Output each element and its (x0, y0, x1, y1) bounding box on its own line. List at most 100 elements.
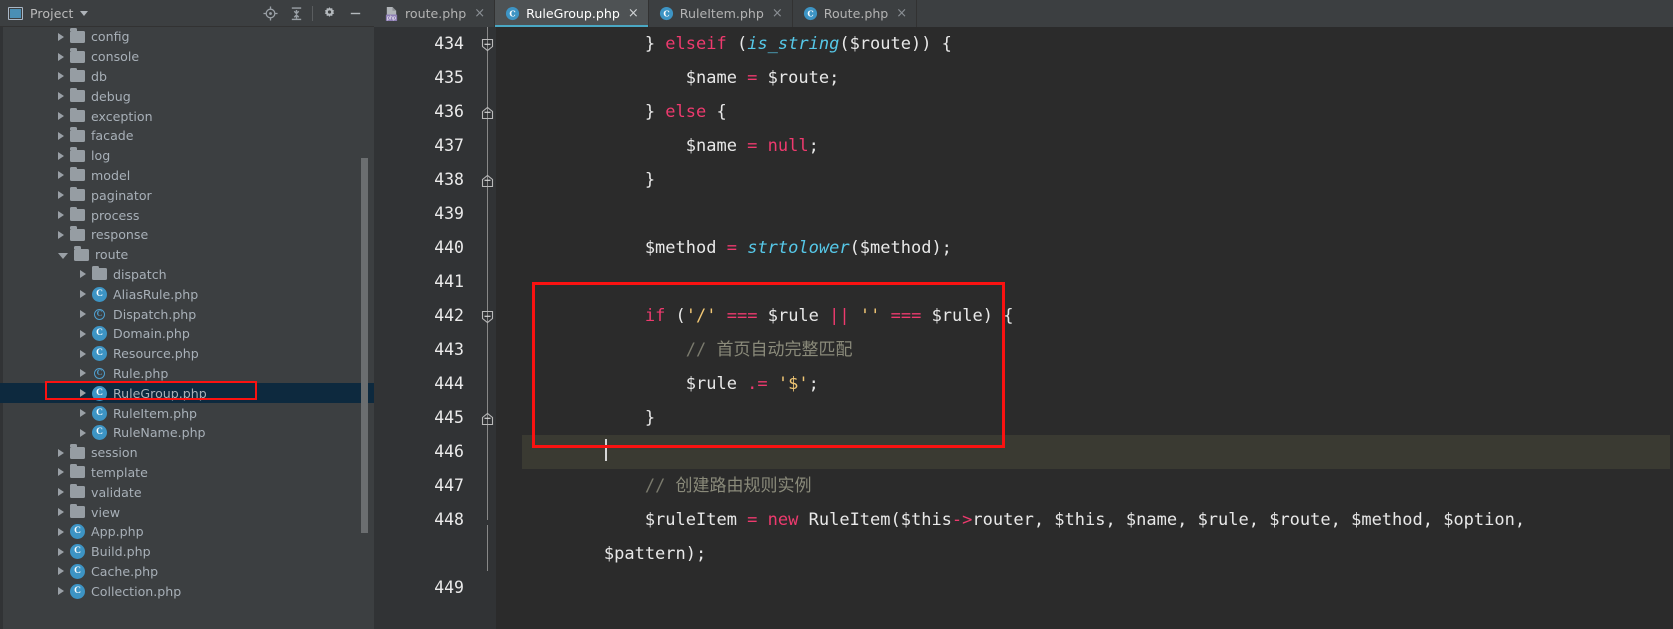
code-line[interactable]: $rule .= '$'; (522, 367, 1673, 401)
tree-item-validate[interactable]: validate (0, 482, 374, 502)
fold-collapse-icon[interactable] (481, 411, 494, 426)
code-line[interactable]: $ruleItem = new RuleItem($this->router, … (522, 503, 1673, 537)
chevron-right-icon[interactable] (58, 92, 64, 101)
tree-item-cache-php[interactable]: C Cache.php (0, 562, 374, 582)
chevron-right-icon[interactable] (80, 349, 86, 358)
tree-item-ruleitem-php[interactable]: C RuleItem.php (0, 403, 374, 423)
close-icon[interactable]: × (628, 7, 639, 20)
tree-item-db[interactable]: db (0, 67, 374, 87)
chevron-right-icon[interactable] (58, 567, 64, 576)
fold-collapse-icon[interactable] (481, 105, 494, 120)
editor-tab-rulegroup-php[interactable]: C RuleGroup.php × (495, 0, 649, 27)
chevron-right-icon[interactable] (58, 448, 64, 457)
php-class-icon: C (92, 286, 107, 302)
fold-collapse-icon[interactable] (481, 309, 494, 324)
fold-collapse-icon[interactable] (481, 37, 494, 52)
collapse-all-icon[interactable] (283, 2, 309, 24)
chevron-right-icon[interactable] (58, 211, 64, 220)
code-line[interactable] (522, 571, 1673, 605)
tree-item-log[interactable]: log (0, 146, 374, 166)
chevron-right-icon[interactable] (58, 230, 64, 239)
project-file-tree[interactable]: config console db debug exception facade log mo… (0, 27, 374, 629)
code-line-continuation[interactable]: $pattern); (522, 537, 1673, 571)
tree-item-facade[interactable]: facade (0, 126, 374, 146)
chevron-right-icon[interactable] (58, 547, 64, 556)
tree-item-paginator[interactable]: paginator (0, 185, 374, 205)
tree-item-build-php[interactable]: C Build.php (0, 542, 374, 562)
minimize-icon[interactable] (342, 2, 368, 24)
php-abstract-class-icon: C (92, 307, 107, 322)
tree-item-session[interactable]: session (0, 443, 374, 463)
code-folding-gutter[interactable] (478, 27, 496, 629)
chevron-right-icon[interactable] (80, 428, 86, 437)
tree-item-view[interactable]: view (0, 502, 374, 522)
code-line[interactable]: } (522, 163, 1673, 197)
chevron-right-icon[interactable] (80, 369, 86, 378)
sidebar-scrollbar[interactable] (361, 158, 368, 533)
chevron-right-icon[interactable] (58, 52, 64, 61)
code-line[interactable]: if ('/' === $rule || '' === $rule) { (522, 299, 1673, 333)
chevron-right-icon[interactable] (80, 409, 86, 418)
code-line[interactable] (522, 265, 1673, 299)
tree-item-response[interactable]: response (0, 225, 374, 245)
chevron-right-icon[interactable] (58, 488, 64, 497)
locate-target-icon[interactable] (257, 2, 283, 24)
close-icon[interactable]: × (772, 7, 783, 20)
chevron-right-icon[interactable] (80, 290, 86, 299)
code-line[interactable]: } elseif (is_string($route)) { (522, 27, 1673, 61)
fold-collapse-icon[interactable] (481, 173, 494, 188)
chevron-down-icon[interactable] (58, 253, 68, 260)
tree-item-exception[interactable]: exception (0, 106, 374, 126)
code-line[interactable] (522, 197, 1673, 231)
chevron-right-icon[interactable] (80, 310, 86, 319)
code-line[interactable]: $name = null; (522, 129, 1673, 163)
tree-item-model[interactable]: model (0, 166, 374, 186)
chevron-right-icon[interactable] (58, 112, 64, 121)
code-line[interactable]: } else { (522, 95, 1673, 129)
code-line[interactable]: // 创建路由规则实例 (522, 469, 1673, 503)
code-editor[interactable]: 434 435 436 437 438 439 440 441 442 443 444 445 446 4… (374, 27, 1673, 629)
tree-item-rulegroup-php[interactable]: C RuleGroup.php (0, 383, 374, 404)
chevron-down-icon[interactable] (80, 10, 89, 16)
chevron-right-icon[interactable] (58, 32, 64, 41)
chevron-right-icon[interactable] (58, 468, 64, 477)
close-icon[interactable]: × (474, 7, 485, 20)
editor-tab-ruleitem-php[interactable]: C RuleItem.php × (649, 0, 793, 27)
chevron-right-icon[interactable] (58, 508, 64, 517)
chevron-right-icon[interactable] (80, 389, 86, 398)
code-line[interactable]: // 首页自动完整匹配 (522, 333, 1673, 367)
code-text-area[interactable]: } elseif (is_string($route)) { $name = $… (496, 27, 1673, 629)
chevron-right-icon[interactable] (58, 131, 64, 140)
editor-tab-route-php[interactable]: php route.php × (374, 0, 496, 27)
tree-item-dispatch-php[interactable]: C Dispatch.php (0, 304, 374, 324)
tree-item-dispatch[interactable]: dispatch (0, 265, 374, 285)
tree-item-template[interactable]: template (0, 463, 374, 483)
tree-item-console[interactable]: console (0, 47, 374, 67)
tree-item-route[interactable]: route (0, 245, 374, 265)
code-line[interactable]: $method = strtolower($method); (522, 231, 1673, 265)
tree-item-resource-php[interactable]: C Resource.php (0, 344, 374, 364)
chevron-right-icon[interactable] (58, 72, 64, 81)
tree-item-rule-php[interactable]: C Rule.php (0, 364, 374, 384)
chevron-right-icon[interactable] (58, 151, 64, 160)
tree-item-debug[interactable]: debug (0, 86, 374, 106)
tree-item-rulename-php[interactable]: C RuleName.php (0, 423, 374, 443)
chevron-right-icon[interactable] (58, 191, 64, 200)
gear-icon[interactable] (316, 2, 342, 24)
tree-item-collection-php[interactable]: C Collection.php (0, 581, 374, 601)
code-line[interactable] (522, 435, 1673, 469)
tree-item-domain-php[interactable]: C Domain.php (0, 324, 374, 344)
chevron-right-icon[interactable] (58, 587, 64, 596)
close-icon[interactable]: × (896, 7, 907, 20)
tree-item-app-php[interactable]: C App.php (0, 522, 374, 542)
tree-item-process[interactable]: process (0, 205, 374, 225)
editor-tab-route-php[interactable]: C Route.php × (793, 0, 918, 27)
code-line[interactable]: $name = $route; (522, 61, 1673, 95)
chevron-right-icon[interactable] (58, 527, 64, 536)
chevron-right-icon[interactable] (80, 270, 86, 279)
tree-item-config[interactable]: config (0, 27, 374, 47)
code-line[interactable]: } (522, 401, 1673, 435)
chevron-right-icon[interactable] (58, 171, 64, 180)
tree-item-aliasrule-php[interactable]: C AliasRule.php (0, 284, 374, 304)
chevron-right-icon[interactable] (80, 329, 86, 338)
